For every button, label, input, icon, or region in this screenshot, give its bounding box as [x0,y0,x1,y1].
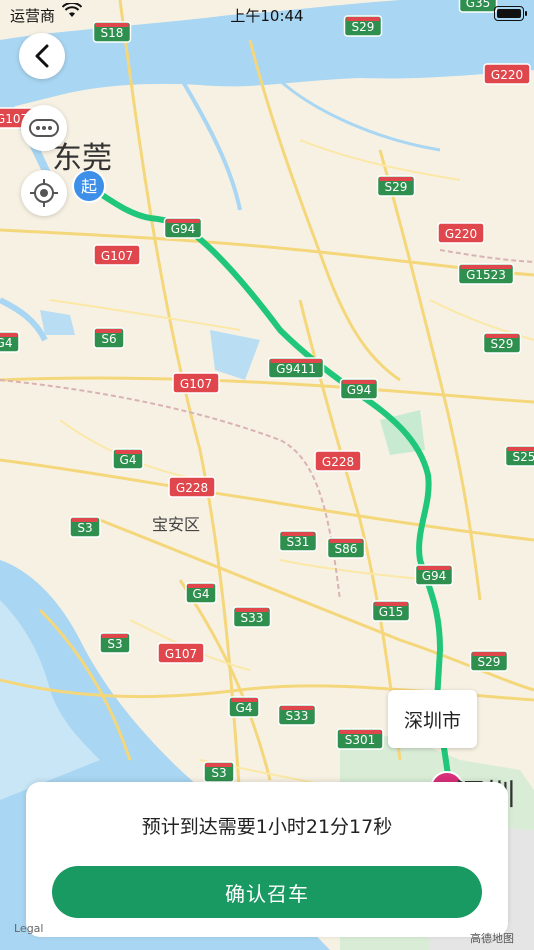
road-shield-g4a: G4 [0,331,20,353]
road-shield-s86: S86 [326,537,366,559]
svg-text:G4: G4 [0,336,12,350]
svg-text:S6: S6 [101,332,116,346]
svg-text:S3: S3 [77,521,92,535]
svg-text:G15: G15 [379,605,404,619]
destination-callout: 深圳市 [388,690,477,748]
svg-text:G220: G220 [445,227,477,241]
road-shield-s301: S301 [336,728,384,750]
amap-logo: 高德地图 [470,932,514,945]
battery-icon [494,6,527,21]
svg-text:S18: S18 [101,26,124,40]
back-button[interactable] [19,33,65,79]
road-shield-s33a: S33 [232,606,272,628]
svg-text:G220: G220 [491,68,523,82]
svg-text:G4: G4 [120,453,137,467]
road-shield-g4c: G4 [185,582,217,604]
status-bar: 运营商 上午10:44 [0,0,534,28]
svg-text:S3: S3 [107,637,122,651]
road-shield-s6: S6 [93,327,125,349]
road-shield-g228a: G228 [314,450,362,472]
road-shield-g9411: G9411 [267,357,325,379]
message-dots-icon [29,119,59,137]
legal-link[interactable]: Legal [14,922,43,935]
road-shield-s3c: S3 [203,761,235,783]
svg-text:G94: G94 [171,222,196,236]
road-shield-g107d: G107 [157,642,205,664]
svg-text:G107: G107 [165,647,197,661]
road-shield-s25: S25 [504,445,534,467]
road-shield-g4b: G4 [112,448,144,470]
svg-text:S25: S25 [513,450,534,464]
road-shield-s3b: S3 [99,632,131,654]
eta-text: 预计到达需要1小时21分17秒 [141,816,393,838]
road-shield-g1523: G1523 [457,263,515,285]
road-shield-s29c: S29 [482,332,522,354]
status-time: 上午10:44 [230,7,304,25]
svg-text:G4: G4 [193,587,210,601]
road-shield-s29b: S29 [376,175,416,197]
svg-text:G94: G94 [347,383,372,397]
road-shield-g220a: G220 [483,63,531,85]
city-label-dongguan: 东莞 [52,141,112,176]
road-shield-g94b: G94 [339,378,379,400]
road-shield-s31: S31 [278,530,318,552]
callout-label: 深圳市 [403,709,461,732]
road-shield-g94a: G94 [163,217,203,239]
road-shield-g107c: G107 [172,372,220,394]
traffic-button[interactable] [21,105,67,151]
svg-text:G228: G228 [322,455,354,469]
svg-text:G228: G228 [176,481,208,495]
svg-text:S29: S29 [478,655,501,669]
svg-text:S301: S301 [345,733,376,747]
bottom-panel: 预计到达需要1小时21分17秒 确认召车 [26,782,508,937]
svg-text:S33: S33 [241,611,264,625]
svg-text:G107: G107 [101,249,133,263]
svg-text:S29: S29 [385,180,408,194]
svg-text:G1523: G1523 [466,268,506,282]
road-shield-g220b: G220 [437,222,485,244]
svg-text:G107: G107 [180,377,212,391]
svg-text:S86: S86 [335,542,358,556]
chevron-left-icon [35,44,49,68]
start-marker: 起 [81,177,97,196]
road-shield-g228b: G228 [168,476,216,498]
svg-text:S3: S3 [211,766,226,780]
road-shield-g107b: G107 [93,244,141,266]
road-shield-g15: G15 [371,600,411,622]
road-shield-s29d: S29 [469,650,509,672]
svg-text:G94: G94 [422,569,447,583]
svg-text:S29: S29 [491,337,514,351]
road-shield-g94c: G94 [414,564,454,586]
road-shield-g4d: G4 [228,696,260,718]
svg-text:G4: G4 [236,701,253,715]
locate-crosshair-icon [30,179,58,207]
locate-button[interactable] [21,170,67,216]
road-shield-s3a: S3 [69,516,101,538]
road-shield-s33b: S33 [277,704,317,726]
svg-text:S31: S31 [287,535,310,549]
svg-text:G9411: G9411 [276,362,316,376]
district-label-baoan: 宝安区 [152,515,200,534]
svg-text:S33: S33 [286,709,309,723]
confirm-call-button[interactable]: 确认召车 [52,866,482,918]
